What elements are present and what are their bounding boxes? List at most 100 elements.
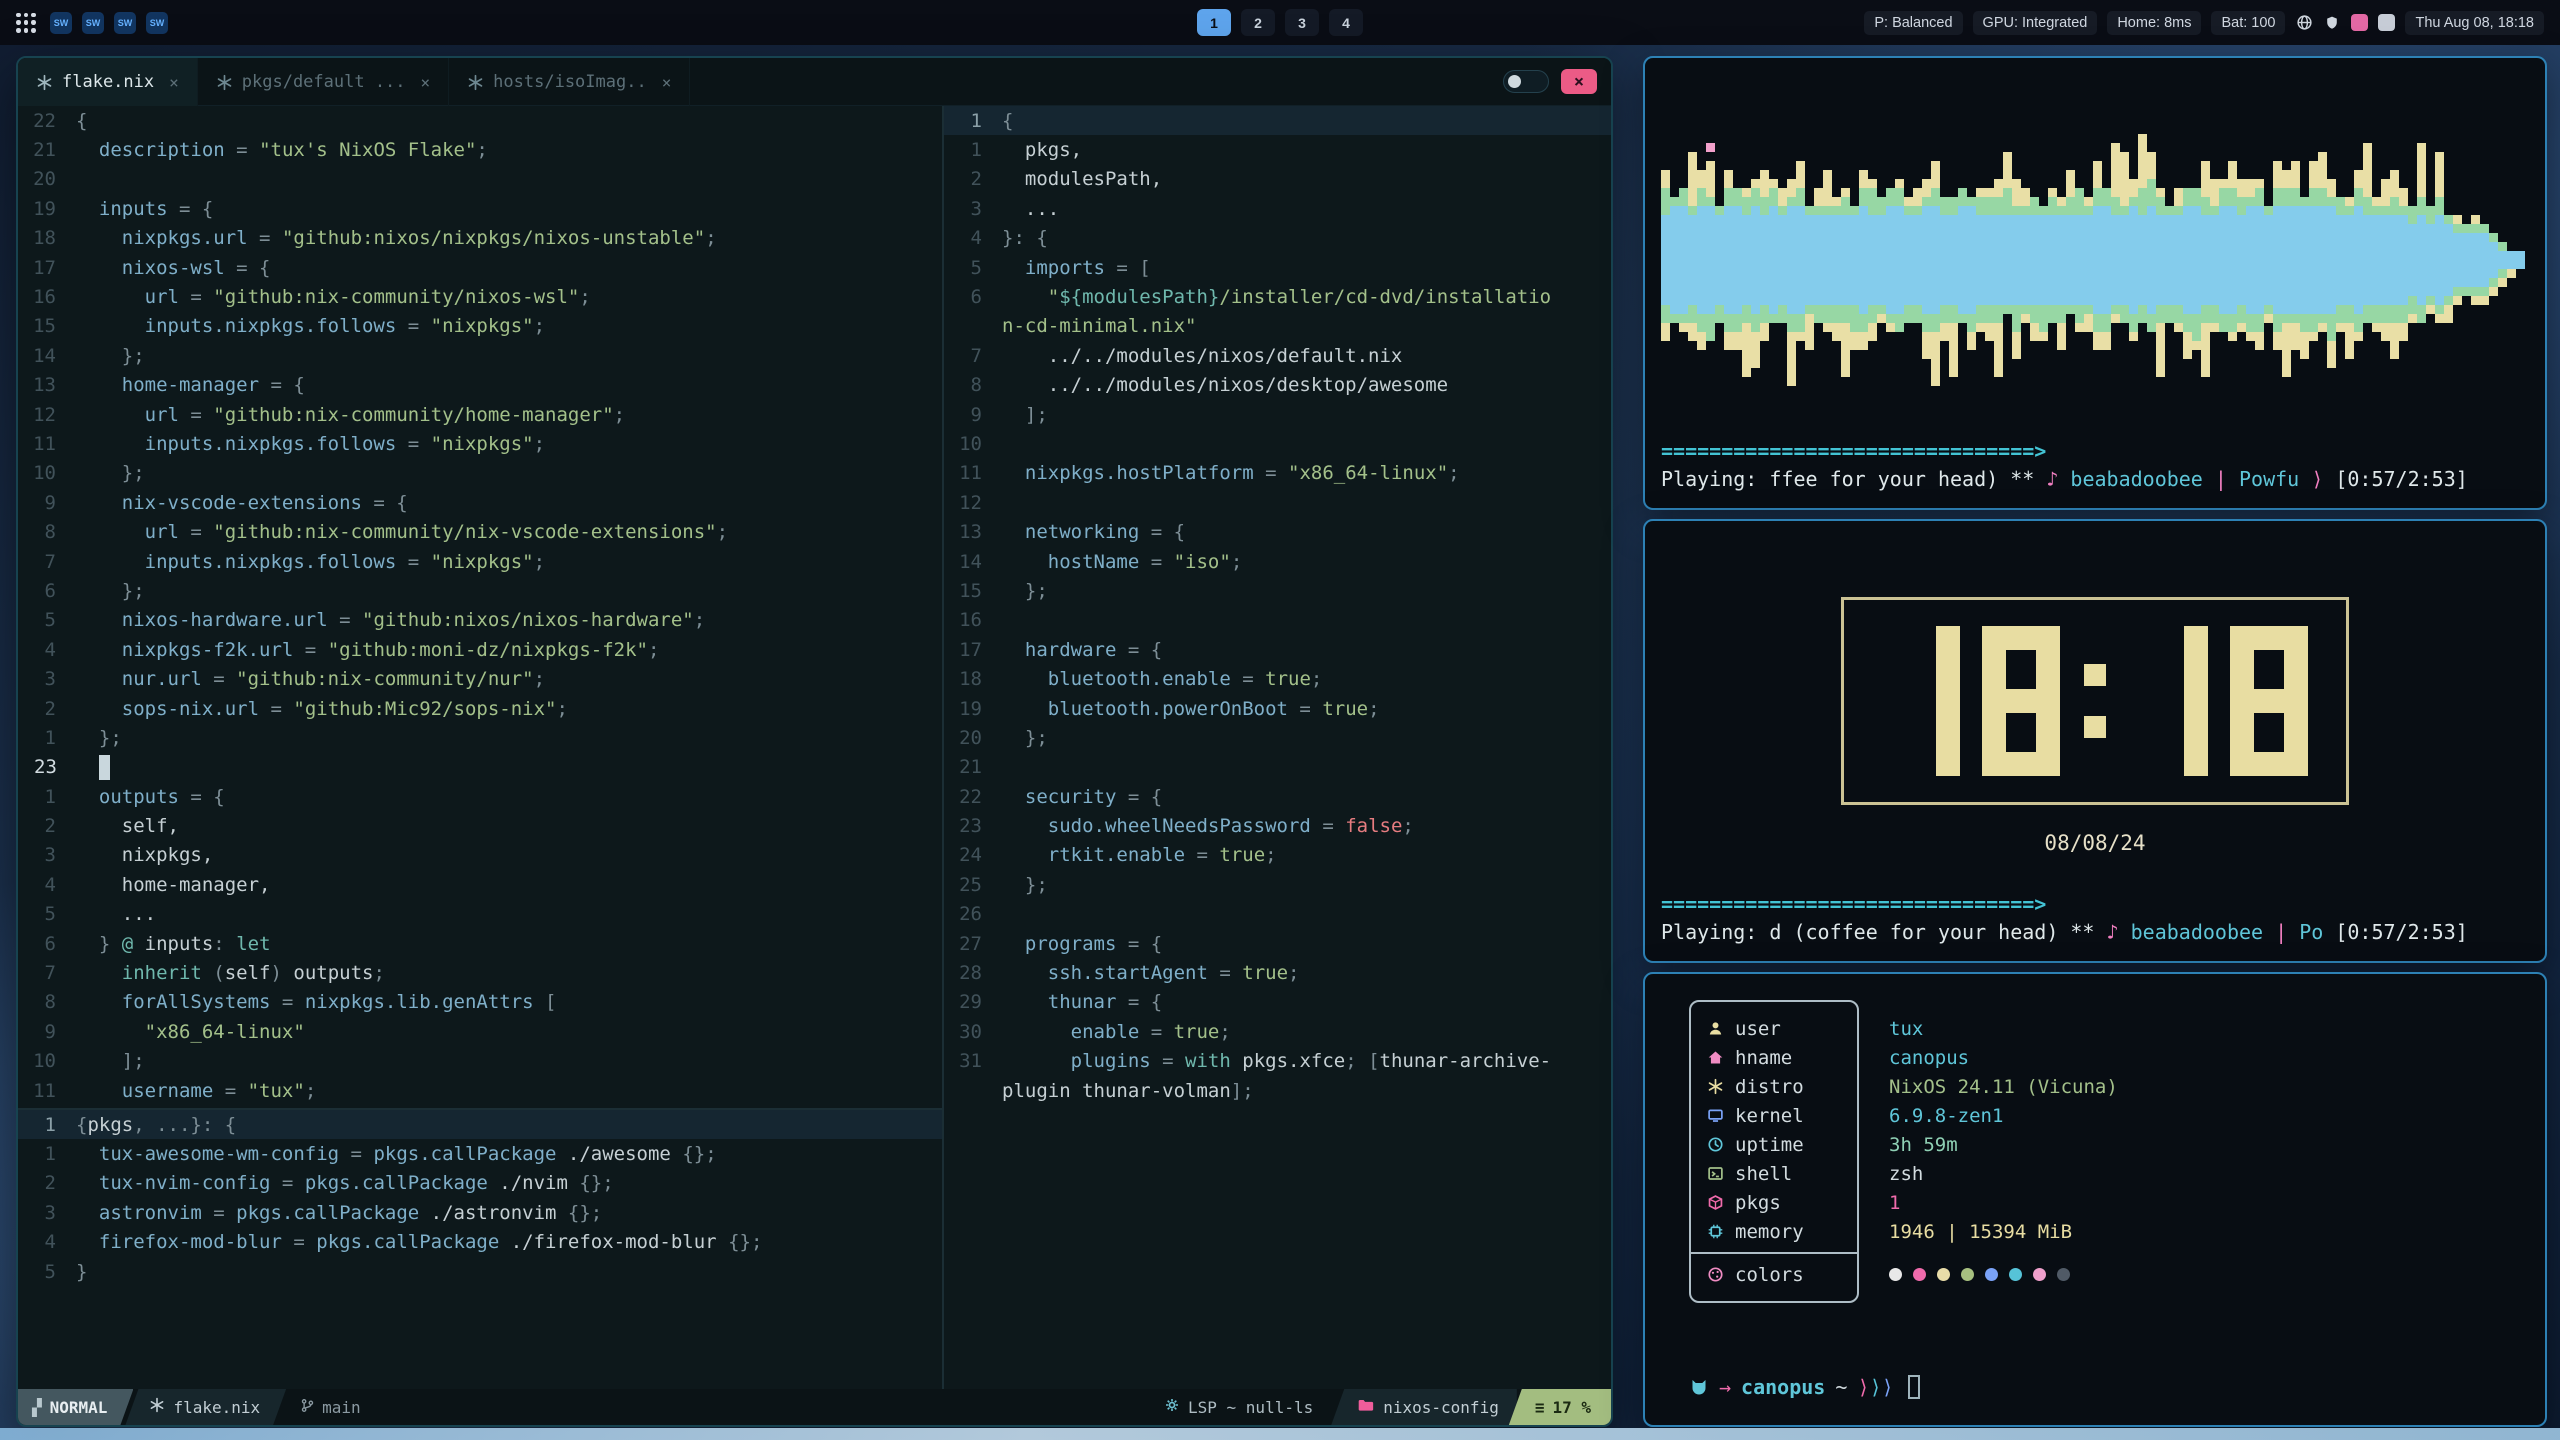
user-icon <box>1707 1020 1724 1037</box>
seven-segment-clock <box>1841 597 2349 805</box>
code-line: 4 firefox-mod-blur = pkgs.callPackage ./… <box>18 1228 942 1257</box>
code-line: 12 <box>944 488 1611 517</box>
fetch-label: distro <box>1735 1076 1804 1098</box>
fetch-row-pkgs: pkgs <box>1691 1188 1857 1217</box>
line-number: 9 <box>18 492 76 514</box>
code-line: 4 home-manager, <box>18 870 942 899</box>
tab-pkgs-default-[interactable]: pkgs/default ...× <box>198 58 449 106</box>
line-number: 30 <box>944 1021 1002 1043</box>
tab-flake-nix[interactable]: flake.nix× <box>18 58 198 106</box>
code-line: 19 bluetooth.powerOnBoot = true; <box>944 694 1611 723</box>
scroll-percent: ≡ 17 % <box>1509 1389 1611 1425</box>
close-icon: × <box>1574 72 1584 92</box>
line-number: 1 <box>18 727 76 749</box>
color-swatch <box>1913 1268 1926 1281</box>
line-number: 21 <box>944 756 1002 778</box>
workspace-button-2[interactable]: 2 <box>1241 9 1275 36</box>
line-number: 6 <box>18 933 76 955</box>
line-number: 3 <box>18 1202 76 1224</box>
line-number: 25 <box>944 874 1002 896</box>
window-close-button[interactable]: × <box>1561 69 1597 94</box>
project-segment: nixos-config <box>1331 1389 1517 1425</box>
workspace-button-3[interactable]: 3 <box>1285 9 1319 36</box>
statusline: ▞ NORMAL flake.nix main <box>18 1389 1611 1425</box>
code-line: 6 "${modulesPath}/installer/cd-dvd/insta… <box>944 282 1611 311</box>
line-number: 6 <box>18 580 76 602</box>
taskbar-app-icon[interactable]: SW <box>82 12 104 34</box>
fetch-value-memory: 1946 | 15394 MiB <box>1889 1217 2118 1246</box>
code-line: 14 hostName = "iso"; <box>944 547 1611 576</box>
code-line: 8 forAllSystems = nixpkgs.lib.genAttrs [ <box>18 988 942 1017</box>
fetch-value-uptime: 3h 59m <box>1889 1130 2118 1159</box>
editor-cursor <box>99 755 110 780</box>
code-line: 13 home-manager = { <box>18 371 942 400</box>
folder-icon <box>1357 1397 1374 1418</box>
tab-close-icon[interactable]: × <box>169 73 179 92</box>
nix-snowflake-icon <box>216 74 233 91</box>
progress-arrow-2: ===============================> <box>1661 891 2529 917</box>
code-line: 17 hardware = { <box>944 635 1611 664</box>
line-number: 21 <box>18 139 76 161</box>
separator-bar: | <box>2215 467 2227 491</box>
line-number: 7 <box>944 345 1002 367</box>
line-number: 18 <box>944 668 1002 690</box>
line-number: 29 <box>944 991 1002 1013</box>
fetch-label: memory <box>1735 1221 1804 1243</box>
code-line: 16 <box>944 606 1611 635</box>
screenshot-badge-icon[interactable] <box>2378 14 2395 31</box>
line-number: 5 <box>18 1261 76 1283</box>
workspace-button-1[interactable]: 1 <box>1197 9 1231 36</box>
media-badge-icon[interactable] <box>2351 14 2368 31</box>
tab-close-icon[interactable]: × <box>662 73 672 92</box>
app-launcher-icon[interactable] <box>16 13 36 33</box>
terminal-icon <box>1707 1165 1724 1182</box>
pane-flake-nix[interactable]: 22{21 description = "tux's NixOS Flake";… <box>18 106 942 1108</box>
fetch-row-kernel: kernel <box>1691 1101 1857 1130</box>
pane-pkgs-default-nix[interactable]: 1{pkgs, ...}: {1 tux-awesome-wm-config =… <box>18 1110 942 1389</box>
chip-icon <box>1707 1223 1724 1240</box>
shield-icon[interactable] <box>2323 14 2341 32</box>
code-line: 5 nixos-hardware.url = "github:nixos/nix… <box>18 606 942 635</box>
git-branch-label: main <box>322 1398 361 1417</box>
tab-close-icon[interactable]: × <box>421 73 431 92</box>
workspace-button-4[interactable]: 4 <box>1329 9 1363 36</box>
lines-icon: ≡ <box>1535 1398 1545 1417</box>
fetch-divider <box>1691 1252 1857 1254</box>
code-line: 5 ... <box>18 900 942 929</box>
git-branch-icon <box>300 1398 315 1417</box>
code-line: 1 pkgs, <box>944 135 1611 164</box>
status-pill: GPU: Integrated <box>1973 11 2098 35</box>
code-line: 26 <box>944 900 1611 929</box>
color-swatch <box>2057 1268 2070 1281</box>
pane-iso-image-nix[interactable]: 1{1 pkgs,2 modulesPath,3 ...4}: {5 impor… <box>944 106 1611 1105</box>
color-swatches <box>1889 1260 2118 1289</box>
clock-date: 08/08/24 <box>2044 831 2145 855</box>
prompt-cursor <box>1908 1375 1920 1399</box>
fetch-labels-box: userhnamedistrokerneluptimeshellpkgsmemo… <box>1689 1000 1859 1303</box>
code-line: 11 inputs.nixpkgs.follows = "nixpkgs"; <box>18 429 942 458</box>
workspace-switcher: 1234 <box>1197 0 1363 45</box>
shell-prompt[interactable]: → canopus ~ ⟩⟩⟩ <box>1689 1375 1920 1399</box>
line-number: 10 <box>944 433 1002 455</box>
tab-hosts-isoImag-[interactable]: hosts/isoImag..× <box>449 58 690 106</box>
fetch-row-distro: distro <box>1691 1072 1857 1101</box>
taskbar-app-icon[interactable]: SW <box>114 12 136 34</box>
taskbar-app-icon[interactable]: SW <box>50 12 72 34</box>
code-line: 1 }; <box>18 723 942 752</box>
progress-arrow: ===============================> <box>1661 438 2046 464</box>
color-swatch <box>2033 1268 2046 1281</box>
code-line: 10 <box>944 429 1611 458</box>
code-line: 3 ... <box>944 194 1611 223</box>
line-number: 22 <box>944 786 1002 808</box>
code-line: 4 nixpkgs-f2k.url = "github:moni-dz/nixp… <box>18 635 942 664</box>
code-line: 17 nixos-wsl = { <box>18 253 942 282</box>
code-line: 2 self, <box>18 811 942 840</box>
line-number: 13 <box>18 374 76 396</box>
fetch-label: user <box>1735 1018 1781 1040</box>
line-number: 31 <box>944 1050 1002 1072</box>
pin-toggle-button[interactable] <box>1503 70 1549 93</box>
taskbar-app-icon[interactable]: SW <box>146 12 168 34</box>
status-pill: Home: 8ms <box>2107 11 2201 35</box>
line-number: 10 <box>18 1050 76 1072</box>
network-globe-icon[interactable] <box>2295 14 2313 32</box>
